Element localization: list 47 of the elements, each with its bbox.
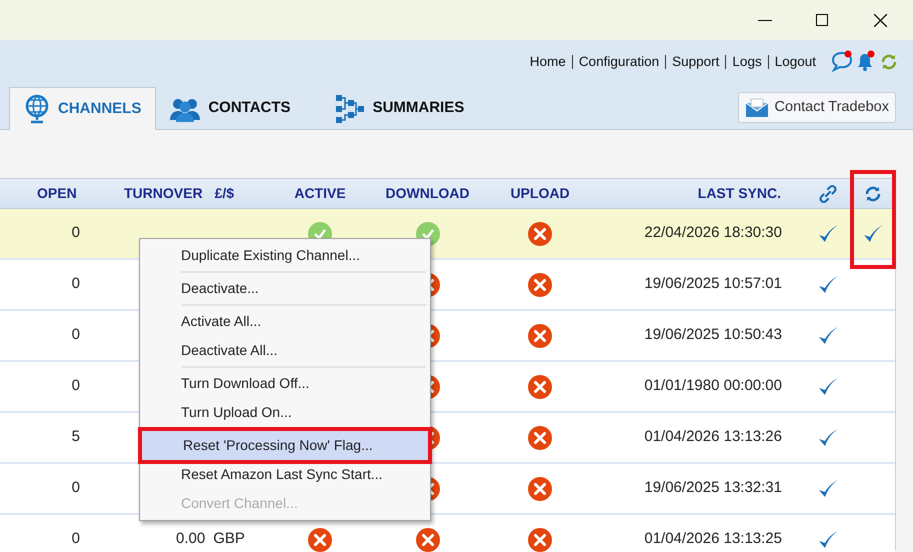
column-header: DOWNLOAD: [386, 184, 470, 203]
table-cell-text: 01/04/2026 13:13:25: [644, 529, 782, 550]
table-cell-text: 0: [72, 478, 80, 498]
column-header: LAST SYNC.: [698, 184, 781, 203]
column-header: UPLOAD: [510, 184, 570, 203]
nav-link[interactable]: Logout: [774, 52, 816, 72]
table-cell-text: GBP: [213, 529, 245, 550]
table-cell-text: 01/01/1980 00:00:00: [644, 376, 782, 396]
contact-tradebox-button[interactable]: Contact Tradebox: [738, 92, 896, 123]
tab[interactable]: CONTACTS: [170, 87, 291, 130]
column-header: £/$: [214, 184, 234, 203]
globe-icon: [24, 94, 50, 124]
table-row[interactable]: 0 0.00 GBP 01/04/2026 13:13:25: [0, 515, 895, 552]
tab[interactable]: SUMMARIES: [334, 87, 464, 130]
menu-item[interactable]: Deactivate...: [140, 274, 430, 303]
column-header: TURNOVER: [124, 184, 203, 203]
nav-link[interactable]: Support: [672, 52, 720, 72]
bell-icon[interactable]: [856, 50, 876, 72]
nav-link[interactable]: Home: [530, 52, 566, 72]
table-cell-text: 0: [72, 274, 80, 294]
nav-link[interactable]: Logs: [732, 52, 762, 72]
maximize-icon[interactable]: [816, 14, 828, 26]
column-header: OPEN: [37, 184, 77, 203]
chat-icon[interactable]: [831, 50, 853, 72]
tab[interactable]: CHANNELS: [9, 87, 156, 130]
table-cell-text: 0: [72, 325, 80, 346]
link-icon: [818, 184, 838, 204]
menu-item[interactable]: Reset 'Processing Now' Flag...: [142, 431, 428, 460]
table-cell-text: 0: [72, 529, 80, 550]
table-cell-text: 22/04/2026 18:30:30: [644, 223, 782, 244]
table-cell-text: 5: [72, 427, 80, 448]
table-cell-text: 19/06/2025 10:50:43: [644, 325, 782, 346]
menu-item[interactable]: Deactivate All...: [140, 336, 430, 365]
menu-item[interactable]: Turn Download Off...: [140, 369, 430, 398]
menu-item: Convert Channel...: [180, 494, 299, 513]
nav-link[interactable]: Configuration: [578, 52, 660, 72]
sync-icon: [864, 184, 882, 202]
table-cell-text: 19/06/2025 13:32:31: [644, 478, 782, 498]
envelope-icon: [744, 98, 769, 118]
table-cell-text: 0.00: [176, 529, 206, 550]
table-cell-text: 0: [72, 223, 80, 244]
table-cell-text: 0: [72, 376, 80, 396]
table-cell-text: 01/04/2026 13:13:26: [644, 427, 782, 448]
flowchart-icon: [334, 94, 365, 124]
column-header: ACTIVE: [294, 184, 346, 203]
close-icon[interactable]: [874, 14, 887, 26]
table-cell-text: 19/06/2025 10:57:01: [644, 274, 782, 294]
